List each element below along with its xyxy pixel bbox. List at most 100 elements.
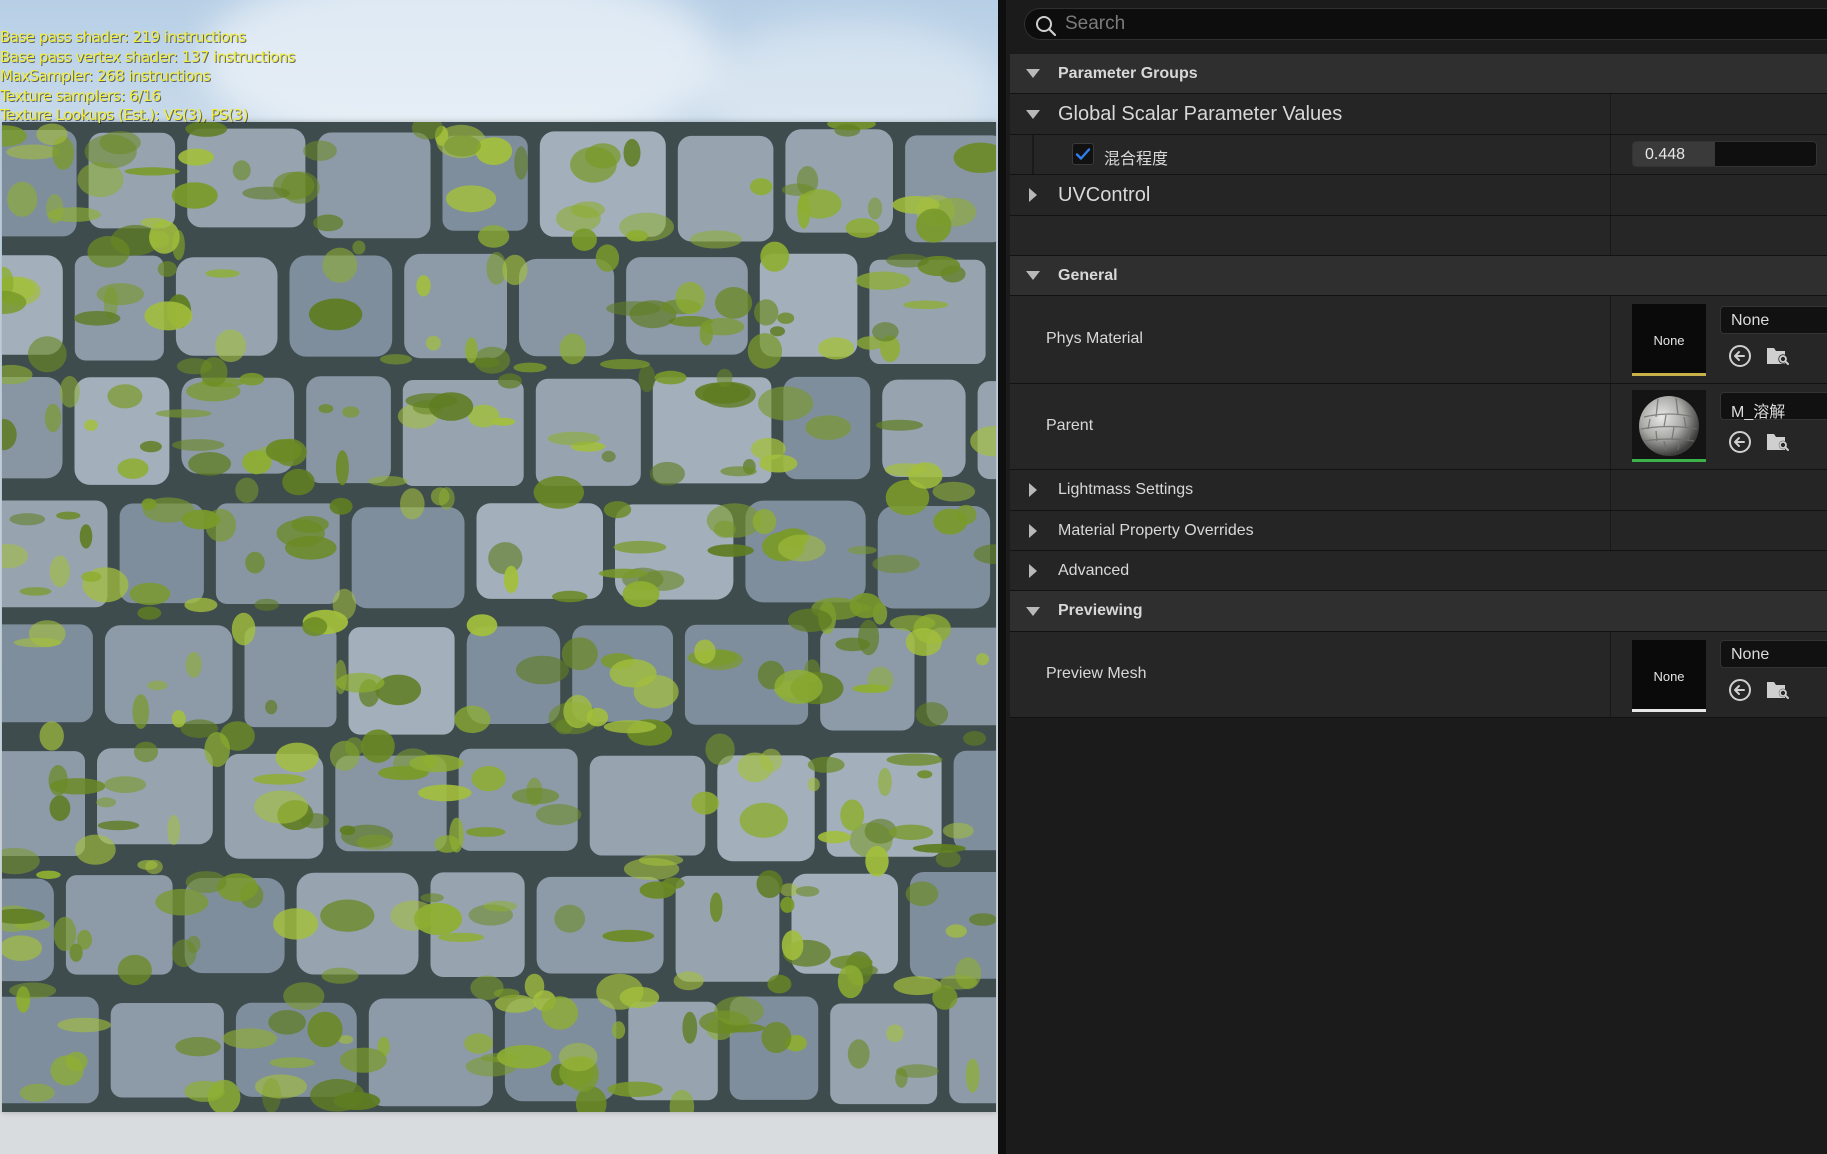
expand-arrow-icon[interactable]: [1010, 175, 1040, 215]
moss-patch: [888, 824, 934, 840]
moss-patch: [619, 212, 674, 242]
moss-patch: [511, 787, 560, 805]
moss-patch: [770, 326, 785, 337]
collapse-arrow-icon[interactable]: [1010, 256, 1040, 295]
group-global-scalar-parameter-values[interactable]: Global Scalar Parameter Values: [1010, 94, 1827, 135]
expand-arrow-icon[interactable]: [1010, 551, 1040, 590]
expand-arrow-icon[interactable]: [1010, 511, 1040, 550]
moss-patch: [465, 337, 478, 364]
moss-patch: [466, 614, 498, 637]
group-advanced[interactable]: Advanced: [1010, 551, 1827, 591]
moss-patch: [595, 244, 620, 272]
scalar-value-field[interactable]: 0.448: [1632, 141, 1817, 167]
group-label: UVControl: [1058, 183, 1151, 206]
asset-picker-combo[interactable]: None: [1720, 306, 1827, 334]
moss-patch: [547, 431, 600, 446]
moss-patch: [57, 1017, 112, 1033]
moss-patch: [171, 182, 218, 209]
moss-patch: [420, 893, 444, 903]
moss-patch: [335, 450, 349, 486]
moss-patch: [144, 301, 193, 331]
asset-picker-combo[interactable]: None: [1720, 640, 1827, 668]
parameter-name: 混合程度: [1104, 151, 1169, 168]
moss-patch: [141, 498, 157, 511]
moss-patch: [310, 1079, 365, 1112]
moss-patch: [313, 214, 344, 232]
moss-patch: [418, 784, 472, 802]
moss-patch: [157, 261, 177, 277]
cobblestone: [589, 755, 706, 856]
use-selected-asset-icon[interactable]: [1726, 676, 1754, 704]
moss-patch: [19, 1083, 55, 1102]
moss-patch: [622, 581, 660, 608]
moss-patch: [840, 799, 865, 831]
panel-splitter[interactable]: [998, 0, 1006, 1154]
moss-patch: [609, 659, 657, 688]
category-label: Previewing: [1058, 602, 1143, 619]
parameter-override-checkbox[interactable]: [1072, 143, 1094, 165]
moss-patch: [571, 228, 597, 251]
use-selected-asset-icon[interactable]: [1726, 428, 1754, 456]
property-row-parent: Parent M_溶解: [1010, 384, 1827, 470]
moss-patch: [178, 148, 215, 166]
parent-material-thumbnail[interactable]: [1632, 390, 1706, 462]
ground-plane: [0, 1110, 998, 1154]
category-previewing[interactable]: Previewing: [1010, 591, 1827, 632]
moss-patch: [513, 362, 547, 373]
category-general[interactable]: General: [1010, 256, 1827, 296]
moss-patch: [955, 957, 982, 990]
moss-patch: [443, 135, 481, 157]
moss-patch: [886, 753, 943, 766]
moss-patch: [273, 908, 319, 940]
moss-patch: [795, 886, 820, 897]
moss-patch: [175, 1037, 221, 1057]
category-parameter-groups[interactable]: Parameter Groups: [1010, 54, 1827, 94]
moss-patch: [188, 452, 232, 476]
moss-patch: [46, 194, 64, 224]
browse-to-asset-icon[interactable]: [1764, 676, 1792, 704]
asset-thumbnail[interactable]: None: [1632, 304, 1706, 376]
moss-patch: [917, 770, 933, 779]
collapse-arrow-icon[interactable]: [1010, 94, 1040, 134]
use-selected-asset-icon[interactable]: [1726, 342, 1754, 370]
moss-patch: [585, 143, 621, 169]
moss-patch: [963, 731, 987, 746]
asset-picker-combo[interactable]: M_溶解: [1720, 392, 1827, 421]
moss-patch: [239, 372, 265, 386]
browse-to-asset-icon[interactable]: [1764, 428, 1792, 456]
moss-patch: [9, 982, 57, 999]
moss-patch: [352, 240, 366, 255]
search-box[interactable]: [1024, 8, 1827, 40]
group-uvcontrol[interactable]: UVControl: [1010, 175, 1827, 216]
thumbnail-text: None: [1653, 668, 1685, 684]
search-icon: [1036, 16, 1057, 37]
collapse-arrow-icon[interactable]: [1010, 591, 1040, 631]
moss-patch: [612, 1021, 626, 1039]
moss-patch: [497, 373, 522, 389]
material-preview-viewport[interactable]: Base pass shader: 219 instructions Base …: [0, 0, 998, 1154]
expand-arrow-icon[interactable]: [1010, 470, 1040, 510]
asset-type-bar: [1632, 709, 1706, 712]
moss-patch: [558, 1042, 598, 1072]
moss-patch: [607, 1081, 663, 1097]
group-lightmass-settings[interactable]: Lightmass Settings: [1010, 470, 1827, 511]
moss-patch: [905, 628, 942, 656]
moss-patch: [254, 790, 309, 824]
moss-patch: [44, 403, 62, 433]
search-input[interactable]: [1065, 11, 1805, 37]
moss-patch: [787, 608, 833, 632]
moss-patch: [176, 358, 212, 375]
stat-line: Texture samplers: 6/16: [0, 86, 161, 105]
collapse-arrow-icon[interactable]: [1010, 54, 1040, 93]
moss-patch: [39, 721, 64, 751]
property-row-phys-material: Phys Material None None: [1010, 296, 1827, 384]
browse-to-asset-icon[interactable]: [1764, 342, 1792, 370]
asset-thumbnail[interactable]: None: [1632, 640, 1706, 712]
group-material-property-overrides[interactable]: Material Property Overrides: [1010, 511, 1827, 551]
moss-patch: [654, 370, 687, 385]
moss-patch: [124, 167, 180, 176]
moss-patch: [132, 694, 150, 729]
moss-patch: [571, 201, 605, 218]
moss-patch: [760, 748, 782, 772]
asset-type-bar: [1632, 459, 1706, 462]
